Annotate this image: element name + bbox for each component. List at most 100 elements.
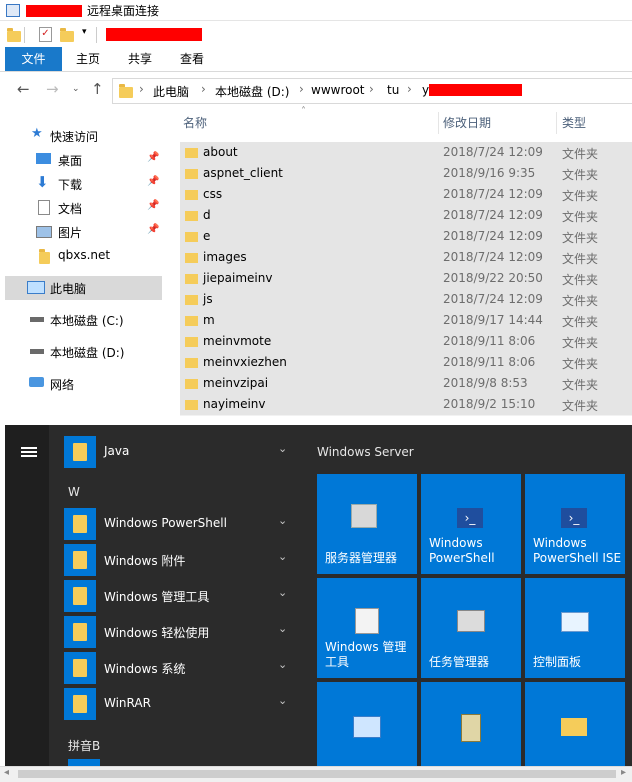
tile-label: 控制面板 — [533, 655, 582, 669]
table-row[interactable]: aspnet_client 2018/9/16 9:35 文件夹 — [180, 163, 632, 185]
start-menu-rail — [5, 425, 49, 766]
pin-icon[interactable]: 📌 — [147, 224, 159, 235]
folder-icon — [64, 688, 96, 720]
file-name: meinvzipai — [203, 376, 269, 390]
customize-qat-icon[interactable]: ▾ — [82, 27, 87, 37]
tile-partial[interactable] — [317, 682, 417, 766]
table-row[interactable]: css 2018/7/24 12:09 文件夹 — [180, 184, 632, 206]
scroll-left-icon[interactable]: ◂ — [4, 767, 9, 778]
tile-powershell-ise[interactable]: ›_ Windows PowerShell ISE — [525, 474, 625, 574]
tile-control-panel[interactable]: 控制面板 — [525, 578, 625, 678]
tile-server-manager[interactable]: 服务器管理器 — [317, 474, 417, 574]
app-list-item[interactable]: Windows 系统 ⌄ — [64, 652, 292, 684]
back-arrow-icon[interactable]: ← — [17, 80, 30, 98]
table-row[interactable]: meinvxiezhen 2018/9/11 8:06 文件夹 — [180, 352, 632, 374]
app-list-item[interactable]: WinRAR ⌄ — [64, 688, 292, 720]
pin-icon[interactable]: 📌 — [147, 176, 159, 187]
nav-desktop[interactable]: 桌面 📌 — [5, 148, 162, 172]
tab-view[interactable]: 查看 — [172, 47, 212, 71]
file-type: 文件夹 — [562, 252, 599, 266]
section-letter[interactable]: W — [68, 485, 80, 499]
app-list-item[interactable]: Windows 轻松使用 ⌄ — [64, 616, 292, 648]
tab-share[interactable]: 共享 — [120, 47, 160, 71]
column-divider[interactable] — [556, 112, 557, 134]
chevron-down-icon[interactable]: ⌄ — [278, 514, 287, 527]
app-list-item[interactable]: Windows 管理工具 ⌄ — [64, 580, 292, 612]
chevron-down-icon[interactable]: ⌄ — [278, 622, 287, 635]
nav-drive-d[interactable]: 本地磁盘 (D:) — [5, 340, 162, 364]
redacted-folder-name — [106, 28, 202, 41]
chevron-down-icon[interactable]: ⌄ — [278, 586, 287, 599]
scrollbar-thumb[interactable] — [18, 770, 616, 778]
column-divider[interactable] — [438, 112, 439, 134]
table-row[interactable]: d 2018/7/24 12:09 文件夹 — [180, 205, 632, 227]
table-row[interactable]: js 2018/7/24 12:09 文件夹 — [180, 289, 632, 311]
tile-task-manager[interactable]: 任务管理器 — [421, 578, 521, 678]
app-list-item[interactable]: Windows 附件 ⌄ — [64, 544, 292, 576]
file-date: 2018/7/24 12:09 — [443, 250, 543, 264]
nav-label: qbxs.net — [58, 248, 111, 262]
nav-documents[interactable]: 文档 📌 — [5, 196, 162, 220]
breadcrumb-drive-d[interactable]: 本地磁盘 (D:) — [215, 83, 289, 100]
chevron-down-icon[interactable]: ⌄ — [278, 442, 287, 455]
table-row[interactable]: meinvzipai 2018/9/8 8:53 文件夹 — [180, 373, 632, 395]
breadcrumb-tu[interactable]: tu — [387, 83, 399, 97]
nav-qbxs[interactable]: qbxs.net — [5, 244, 162, 268]
table-row[interactable]: jiepaimeinv 2018/9/22 20:50 文件夹 — [180, 268, 632, 290]
app-list-item[interactable]: Java ⌄ — [64, 436, 292, 468]
nav-downloads[interactable]: ⬇ 下载 📌 — [5, 172, 162, 196]
tab-home[interactable]: 主页 — [68, 47, 108, 71]
nav-drive-c[interactable]: 本地磁盘 (C:) — [5, 308, 162, 332]
table-row[interactable]: images 2018/7/24 12:09 文件夹 — [180, 247, 632, 269]
file-type: 文件夹 — [562, 378, 599, 392]
scroll-right-icon[interactable]: ▸ — [621, 767, 626, 778]
section-letter[interactable]: 拼音B — [68, 737, 100, 754]
new-folder-icon[interactable] — [60, 28, 74, 42]
table-row[interactable]: nayimeinv 2018/9/2 15:10 文件夹 — [180, 394, 632, 416]
column-header-date[interactable]: 修改日期 — [443, 114, 491, 131]
chevron-down-icon[interactable]: ⌄ — [278, 658, 287, 671]
file-name: meinvxiezhen — [203, 355, 287, 369]
folder-icon — [119, 84, 133, 98]
tile-partial[interactable] — [525, 682, 625, 766]
properties-icon[interactable]: ✓ — [39, 27, 52, 42]
column-header-type[interactable]: 类型 — [562, 114, 586, 131]
address-bar[interactable]: › 此电脑 › 本地磁盘 (D:) › wwwroot › tu › y — [112, 78, 632, 104]
nav-pictures[interactable]: 图片 📌 — [5, 220, 162, 244]
forward-arrow-icon[interactable]: → — [46, 80, 59, 98]
column-header-name[interactable]: 名称 — [183, 114, 207, 131]
app-label: Windows 系统 — [104, 662, 186, 676]
pin-icon[interactable]: 📌 — [147, 152, 159, 163]
table-row[interactable]: m 2018/9/17 14:44 文件夹 — [180, 310, 632, 332]
pin-icon[interactable]: 📌 — [147, 200, 159, 211]
breadcrumb-separator: › — [369, 82, 374, 96]
file-list: ˄ 名称 修改日期 类型 about 2018/7/24 12:09 文件夹 asp… — [163, 106, 632, 428]
horizontal-scrollbar[interactable]: ◂ ▸ — [0, 766, 632, 782]
hamburger-menu-icon[interactable] — [21, 447, 37, 449]
breadcrumb-wwwroot[interactable]: wwwroot — [311, 83, 365, 97]
breadcrumb-this-pc[interactable]: 此电脑 — [153, 83, 189, 100]
nav-network[interactable]: 网络 — [5, 372, 162, 396]
tiles-group-header[interactable]: Windows Server — [317, 445, 414, 459]
file-date: 2018/7/24 12:09 — [443, 145, 543, 159]
table-row[interactable]: meinvmote 2018/9/11 8:06 文件夹 — [180, 331, 632, 353]
nav-this-pc[interactable]: 此电脑 — [5, 276, 162, 300]
table-row[interactable]: e 2018/7/24 12:09 文件夹 — [180, 226, 632, 248]
up-arrow-icon[interactable]: ↑ — [91, 80, 104, 98]
file-type: 文件夹 — [562, 336, 599, 350]
tile-powershell[interactable]: ›_ Windows PowerShell — [421, 474, 521, 574]
chevron-down-icon[interactable]: ⌄ — [278, 694, 287, 707]
app-list-item[interactable]: Windows PowerShell ⌄ — [64, 508, 292, 540]
nav-label: 快速访问 — [50, 130, 99, 144]
server-manager-icon — [351, 504, 377, 528]
tab-file[interactable]: 文件 — [5, 47, 62, 71]
nav-quick-access[interactable]: ★ 快速访问 — [5, 124, 162, 148]
chevron-down-icon[interactable]: ⌄ — [278, 550, 287, 563]
recent-locations-chevron-icon[interactable]: ⌄ — [72, 84, 80, 94]
tile-partial[interactable] — [421, 682, 521, 766]
table-row[interactable]: about 2018/7/24 12:09 文件夹 — [180, 142, 632, 164]
file-type: 文件夹 — [562, 168, 599, 182]
tile-admin-tools[interactable]: Windows 管理工具 — [317, 578, 417, 678]
app-tile-partial[interactable] — [68, 759, 100, 766]
folder-icon[interactable] — [7, 28, 21, 42]
